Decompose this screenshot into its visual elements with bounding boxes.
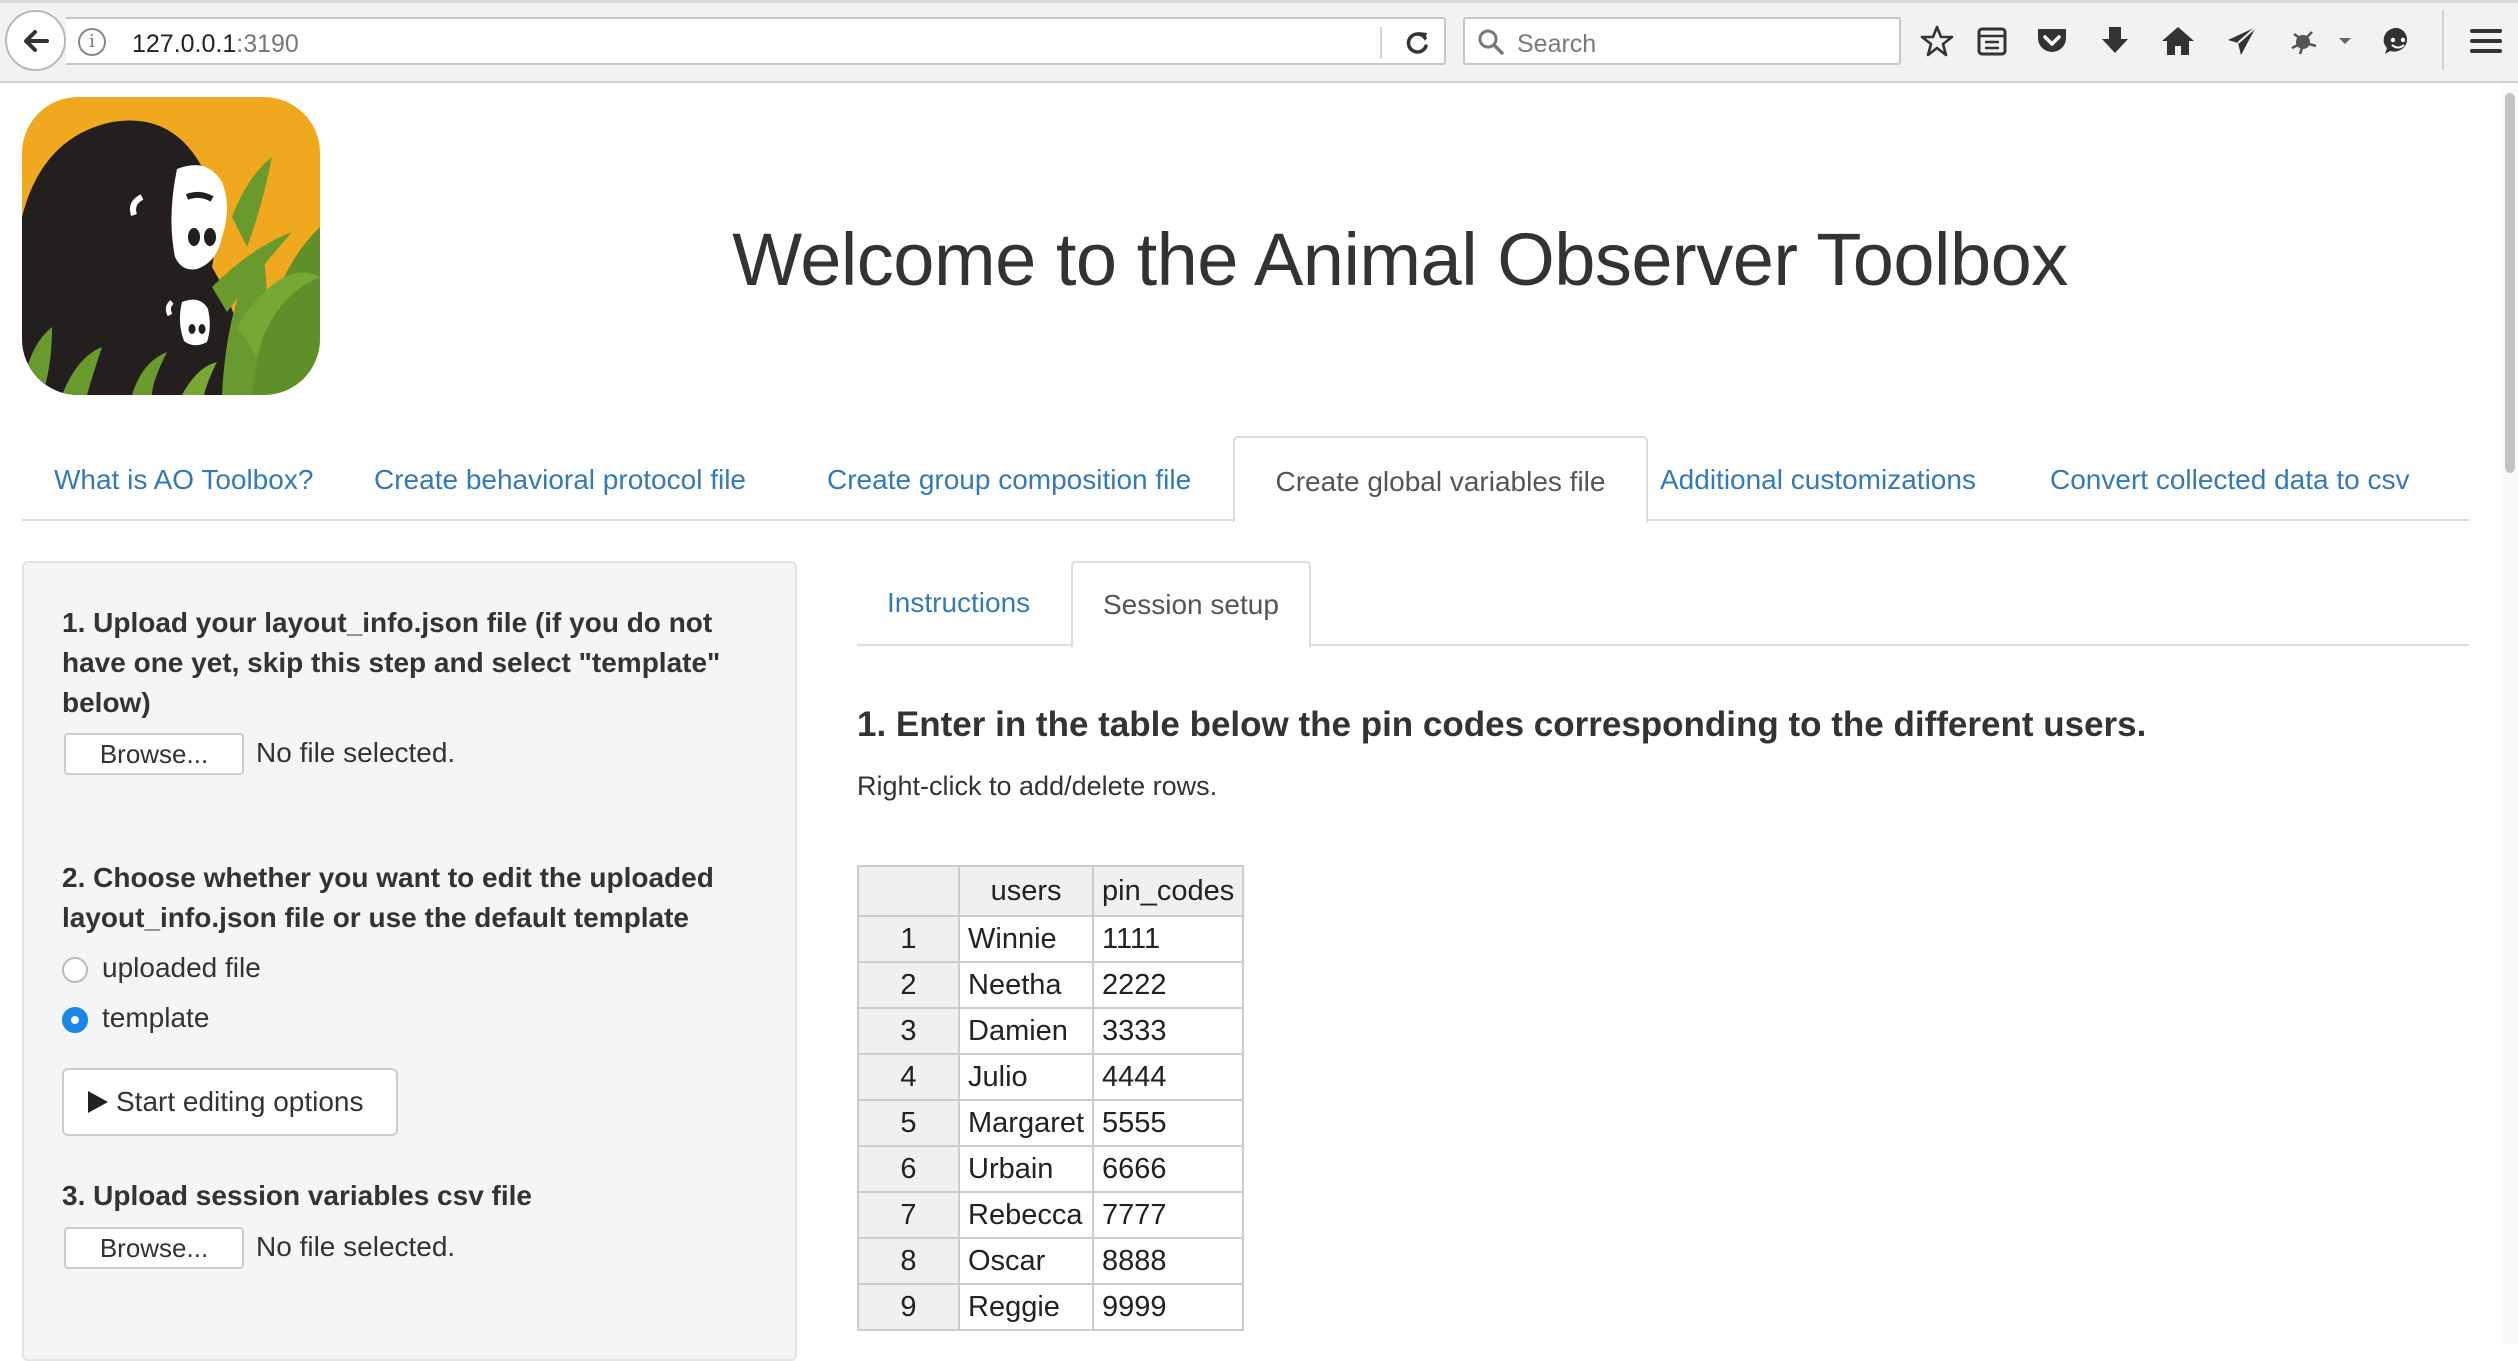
home-icon[interactable] [2158,21,2198,61]
page-scrollbar[interactable] [2502,83,2518,1344]
pin-cell[interactable]: 5555 [1092,1099,1245,1147]
start-editing-button[interactable]: Start editing options [62,1068,398,1136]
tab-what-is-ao-toolbox[interactable]: What is AO Toolbox? [42,436,325,521]
row-number[interactable]: 7 [857,1191,960,1239]
column-header-users[interactable]: users [957,865,1095,917]
session-file-status: No file selected. [256,1231,456,1262]
row-number[interactable]: 1 [857,915,960,963]
radio-unchecked-icon[interactable] [62,957,88,983]
user-cell[interactable]: Winnie [957,915,1095,963]
user-cell[interactable]: Margaret [957,1099,1095,1147]
start-editing-label: Start editing options [116,1086,364,1117]
chevron-down-icon[interactable] [2332,21,2358,61]
send-tab-icon[interactable] [2222,21,2262,61]
pin-cell[interactable]: 8888 [1092,1237,1245,1285]
session-browse-button[interactable]: Browse... [64,1227,244,1269]
tab-strip-edge [0,0,2518,3]
user-cell[interactable]: Julio [957,1053,1095,1101]
table-row: 4 Julio 4444 [857,1053,1245,1101]
user-cell[interactable]: Reggie [957,1283,1095,1331]
reading-list-icon[interactable] [1972,21,2012,61]
chat-icon[interactable] [2378,21,2418,61]
table-row: 2 Neetha 2222 [857,961,1245,1009]
tab-instructions[interactable]: Instructions [857,561,1060,646]
radio-checked-icon[interactable] [62,1007,88,1033]
row-number[interactable]: 2 [857,961,960,1009]
layout-file-status: No file selected. [256,737,456,768]
step2-label: 2. Choose whether you want to edit the u… [62,862,714,933]
table-row: 5 Margaret 5555 [857,1099,1245,1147]
search-icon [1478,29,1504,55]
table-row: 8 Oscar 8888 [857,1237,1245,1285]
reload-icon [1406,32,1428,54]
pin-codes-table[interactable]: users pin_codes 1 Winnie 1111 2 Neetha 2… [857,865,1245,1331]
sub-tab-bar: Instructions Session setup [857,561,2469,648]
table-row: 3 Damien 3333 [857,1007,1245,1055]
bookmark-star-icon[interactable] [1917,21,1957,61]
row-number[interactable]: 6 [857,1145,960,1193]
row-number[interactable]: 5 [857,1099,960,1147]
search-bar[interactable]: Search [1463,17,1901,65]
table-row: 9 Reggie 9999 [857,1283,1245,1331]
user-cell[interactable]: Rebecca [957,1191,1095,1239]
tab-convert-collected-data[interactable]: Convert collected data to csv [2038,436,2422,521]
instructions-subtext: Right-click to add/delete rows. [857,771,1218,801]
pin-cell[interactable]: 7777 [1092,1191,1245,1239]
pin-cell[interactable]: 4444 [1092,1053,1245,1101]
hamburger-menu-icon[interactable] [2466,21,2506,61]
gorilla-logo [22,97,320,395]
pin-cell[interactable]: 1111 [1092,915,1245,963]
extension-icon[interactable] [2285,21,2325,61]
row-number[interactable]: 8 [857,1237,960,1285]
page-title: Welcome to the Animal Observer Toolbox [732,218,2068,301]
pocket-icon[interactable] [2032,21,2072,61]
step1-label: 1. Upload your layout_info.json file (if… [62,607,721,718]
play-icon [88,1091,108,1113]
table-row: 6 Urbain 6666 [857,1145,1245,1193]
info-icon[interactable]: i [78,28,106,56]
url-text[interactable]: 127.0.0.1:3190 [132,30,299,59]
user-cell[interactable]: Damien [957,1007,1095,1055]
pin-cell[interactable]: 2222 [1092,961,1245,1009]
table-corner-cell[interactable] [857,865,960,917]
user-cell[interactable]: Neetha [957,961,1095,1009]
download-icon[interactable] [2095,21,2135,61]
toolbar-divider [2442,10,2444,70]
back-arrow-icon [23,29,49,52]
url-separator [1380,27,1382,59]
tab-create-group-composition[interactable]: Create group composition file [815,436,1203,521]
scrollbar-thumb[interactable] [2505,93,2515,473]
column-header-pin-codes[interactable]: pin_codes [1092,865,1245,917]
tab-additional-customizations[interactable]: Additional customizations [1648,436,1988,521]
reload-button[interactable] [1398,25,1436,61]
table-row: 7 Rebecca 7777 [857,1191,1245,1239]
browser-toolbar: i 127.0.0.1:3190 Search [0,0,2518,83]
main-tab-bar: What is AO Toolbox? Create behavioral pr… [22,436,2469,523]
user-cell[interactable]: Oscar [957,1237,1095,1285]
row-number[interactable]: 4 [857,1053,960,1101]
url-port: :3190 [236,30,299,58]
row-number[interactable]: 3 [857,1007,960,1055]
step3-label: 3. Upload session variables csv file [62,1180,532,1211]
tab-create-global-variables[interactable]: Create global variables file [1233,436,1648,523]
user-cell[interactable]: Urbain [957,1145,1095,1193]
url-host: 127.0.0.1 [132,30,237,58]
table-row: 1 Winnie 1111 [857,915,1245,963]
instructions-heading: 1. Enter in the table below the pin code… [857,705,2147,744]
tab-session-setup[interactable]: Session setup [1071,561,1311,648]
pin-cell[interactable]: 3333 [1092,1007,1245,1055]
back-button[interactable] [5,10,66,71]
url-bar[interactable]: i 127.0.0.1:3190 [66,17,1446,65]
pin-cell[interactable]: 9999 [1092,1283,1245,1331]
row-number[interactable]: 9 [857,1283,960,1331]
pin-cell[interactable]: 6666 [1092,1145,1245,1193]
radio-uploaded-file-label: uploaded file [102,952,261,983]
table-header-row: users pin_codes [857,865,1245,917]
radio-template-label: template [102,1002,210,1033]
layout-browse-button[interactable]: Browse... [64,733,244,775]
sidebar-panel: 1. Upload your layout_info.json file (if… [22,561,797,1361]
tab-create-behavioral-protocol[interactable]: Create behavioral protocol file [362,436,758,521]
search-placeholder: Search [1517,30,1597,58]
